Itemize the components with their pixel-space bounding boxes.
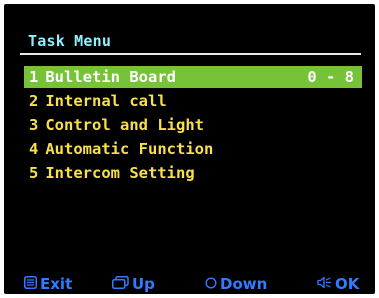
menu-item-intercom-setting[interactable]: 5 Intercom Setting [24, 162, 362, 184]
menu-item-number: 4 [29, 140, 39, 158]
circle-icon [205, 274, 220, 294]
softkey-bar: Exit Up Down OK [4, 274, 375, 294]
menu-item-bulletin-board[interactable]: 1 Bulletin Board 0 - 8 [24, 66, 362, 88]
ok-button[interactable]: OK [317, 274, 359, 294]
speaker-icon [317, 274, 335, 294]
menu-item-number: 3 [29, 116, 39, 134]
down-label: Down [220, 275, 268, 293]
stacked-windows-icon [112, 274, 132, 294]
ok-label: OK [335, 275, 360, 293]
device-bezel: Task Menu 1 Bulletin Board 0 - 8 2 Interna… [0, 0, 379, 298]
menu-item-number: 2 [29, 92, 39, 110]
menu-item-label: Intercom Setting [45, 164, 195, 182]
menu-item-label: Automatic Function [45, 140, 214, 158]
exit-button[interactable]: Exit [24, 274, 72, 294]
menu-lines-icon [24, 274, 40, 294]
menu-item-number: 1 [29, 68, 39, 86]
title-divider [20, 53, 361, 55]
menu-item-range: 0 - 8 [307, 68, 354, 86]
down-button[interactable]: Down [205, 274, 267, 294]
menu-item-label: Control and Light [45, 116, 204, 134]
menu-item-automatic-function[interactable]: 4 Automatic Function [24, 138, 362, 160]
up-button[interactable]: Up [112, 274, 155, 294]
menu-item-control-and-light[interactable]: 3 Control and Light [24, 114, 362, 136]
menu-item-label: Internal call [45, 92, 167, 110]
menu-item-number: 5 [29, 164, 39, 182]
exit-label: Exit [40, 275, 73, 293]
menu-item-label: Bulletin Board [45, 68, 176, 86]
up-label: Up [132, 275, 155, 293]
page-title: Task Menu [28, 32, 112, 50]
lcd-screen: Task Menu 1 Bulletin Board 0 - 8 2 Interna… [4, 4, 375, 294]
menu-item-internal-call[interactable]: 2 Internal call [24, 90, 362, 112]
